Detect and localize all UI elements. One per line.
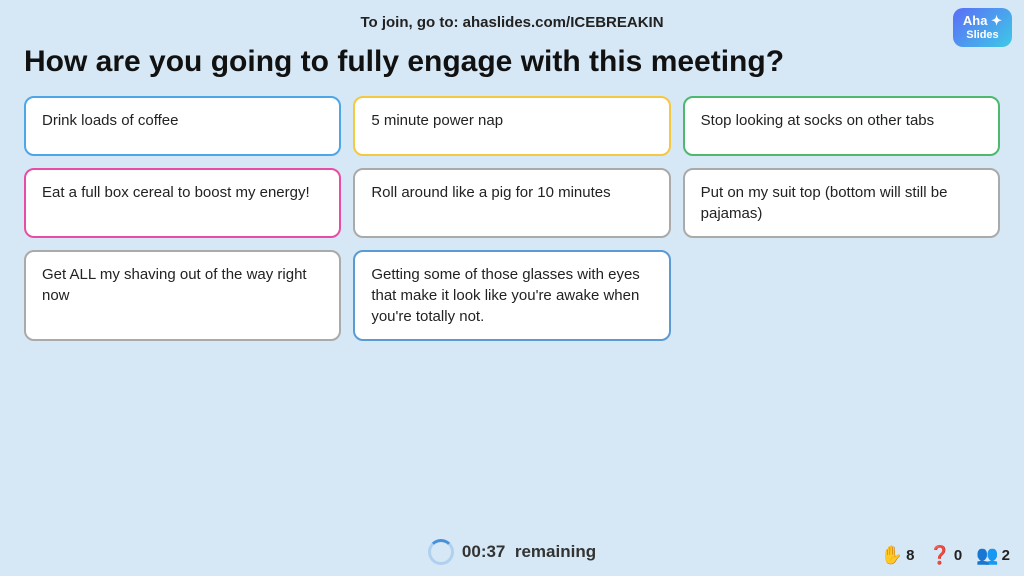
- card-1: Drink loads of coffee: [24, 96, 341, 156]
- stats-bar: ✋ 8 ❓ 0 👥 2: [881, 545, 1010, 566]
- questions-count: 0: [954, 547, 962, 564]
- join-info: To join, go to: ahaslides.com/ICEBREAKIN: [360, 14, 663, 31]
- card-6: Put on my suit top (bottom will still be…: [683, 168, 1000, 238]
- hands-count: 8: [906, 547, 914, 564]
- card-8: Getting some of those glasses with eyes …: [353, 250, 670, 341]
- hand-icon: ✋: [881, 545, 903, 566]
- card-4: Eat a full box cereal to boost my energy…: [24, 168, 341, 238]
- card-3: Stop looking at socks on other tabs: [683, 96, 1000, 156]
- timer-label: remaining: [515, 542, 596, 561]
- users-count: 2: [1002, 547, 1010, 564]
- aha-slides-logo: Aha ✦ Slides: [953, 8, 1012, 47]
- timer-spinner: [428, 539, 454, 565]
- join-url: ahaslides.com/ICEBREAKIN: [463, 14, 664, 31]
- timer-text: 00:37 remaining: [462, 542, 596, 562]
- join-prefix: To join, go to:: [360, 14, 462, 31]
- hands-stat: ✋ 8: [881, 545, 915, 566]
- card-7: Get ALL my shaving out of the way right …: [24, 250, 341, 341]
- users-stat: 👥 2: [976, 545, 1010, 566]
- question-heading: How are you going to fully engage with t…: [0, 44, 1024, 92]
- logo-line1: Aha ✦: [963, 13, 1002, 29]
- card-5: Roll around like a pig for 10 minutes: [353, 168, 670, 238]
- questions-stat: ❓ 0: [928, 545, 962, 566]
- question-icon: ❓: [928, 545, 950, 566]
- logo-line2: Slides: [966, 29, 998, 42]
- card-2: 5 minute power nap: [353, 96, 670, 156]
- top-bar: To join, go to: ahaslides.com/ICEBREAKIN…: [0, 0, 1024, 44]
- users-icon: 👥: [976, 545, 998, 566]
- timer-container: 00:37 remaining: [428, 539, 596, 565]
- bottom-bar: 00:37 remaining: [0, 528, 1024, 576]
- cards-grid: Drink loads of coffee5 minute power napS…: [0, 96, 1024, 341]
- timer-value: 00:37: [462, 542, 505, 561]
